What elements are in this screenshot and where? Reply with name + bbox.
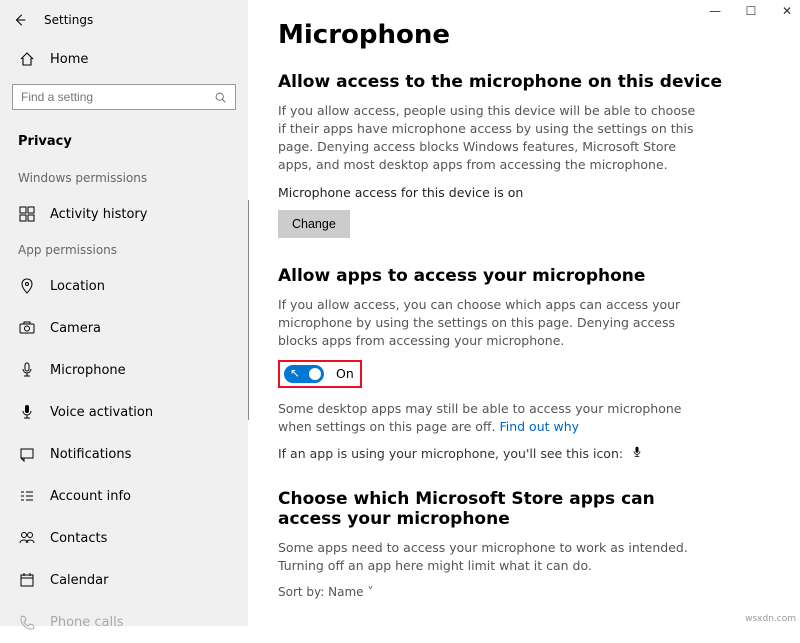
- microphone-icon: [18, 361, 36, 379]
- microphone-indicator-icon: [631, 446, 643, 461]
- sidebar-item-label: Contacts: [50, 531, 107, 546]
- desktop-apps-note: Some desktop apps may still be able to a…: [278, 400, 698, 436]
- watermark: wsxdn.com: [745, 614, 796, 624]
- toggle-state-label: On: [336, 366, 354, 381]
- phone-icon: [18, 613, 36, 631]
- sidebar-item-account-info[interactable]: Account info: [0, 475, 248, 517]
- page-title: Microphone: [278, 20, 770, 50]
- activity-icon: [18, 205, 36, 223]
- sidebar-item-label: Microphone: [50, 363, 126, 378]
- section-app-permissions: App permissions: [0, 235, 248, 265]
- section-heading-apps-access: Allow apps to access your microphone: [278, 266, 770, 286]
- sidebar-item-label: Activity history: [50, 207, 147, 222]
- sidebar-item-voice-activation[interactable]: Voice activation: [0, 391, 248, 433]
- section-body-store-apps: Some apps need to access your microphone…: [278, 539, 698, 575]
- section-body-apps-access: If you allow access, you can choose whic…: [278, 296, 698, 350]
- cursor-icon: ↖: [290, 366, 300, 380]
- sidebar-item-microphone[interactable]: Microphone: [0, 349, 248, 391]
- change-button[interactable]: Change: [278, 210, 350, 238]
- sidebar-item-label: Voice activation: [50, 405, 153, 420]
- calendar-icon: [18, 571, 36, 589]
- notifications-icon: [18, 445, 36, 463]
- content-pane: Microphone Allow access to the microphon…: [248, 0, 800, 626]
- apps-access-toggle-highlight: ↖ On: [278, 360, 362, 388]
- toggle-knob: [309, 368, 321, 380]
- home-icon: [18, 50, 36, 68]
- sidebar-item-notifications[interactable]: Notifications: [0, 433, 248, 475]
- sidebar-item-phone-calls[interactable]: Phone calls: [0, 601, 248, 643]
- sort-row[interactable]: Sort by: Name ˅: [278, 585, 770, 599]
- camera-icon: [18, 319, 36, 337]
- mic-usage-indicator-text: If an app is using your microphone, you'…: [278, 446, 770, 461]
- window-title: Settings: [44, 13, 93, 27]
- find-out-why-link[interactable]: Find out why: [499, 419, 579, 434]
- sidebar-item-camera[interactable]: Camera: [0, 307, 248, 349]
- sidebar-item-label: Camera: [50, 321, 101, 336]
- apps-access-toggle[interactable]: ↖: [284, 365, 324, 383]
- sidebar-item-activity-history[interactable]: Activity history: [0, 193, 248, 235]
- home-label: Home: [50, 52, 88, 67]
- account-icon: [18, 487, 36, 505]
- voice-icon: [18, 403, 36, 421]
- sidebar-item-label: Notifications: [50, 447, 131, 462]
- chevron-down-icon: ˅: [367, 585, 373, 599]
- sidebar-item-contacts[interactable]: Contacts: [0, 517, 248, 559]
- sidebar-item-label: Account info: [50, 489, 131, 504]
- minimize-button[interactable]: —: [708, 4, 722, 18]
- maximize-button[interactable]: ☐: [744, 4, 758, 18]
- sidebar: Settings Home Privacy Windows permission…: [0, 0, 248, 626]
- location-icon: [18, 277, 36, 295]
- sidebar-item-label: Calendar: [50, 573, 108, 588]
- scrollbar[interactable]: [248, 200, 249, 420]
- search-input[interactable]: [12, 84, 236, 110]
- search-icon: [214, 91, 227, 104]
- section-heading-device-access: Allow access to the microphone on this d…: [278, 72, 770, 92]
- section-heading-store-apps: Choose which Microsoft Store apps can ac…: [278, 489, 698, 529]
- device-access-status: Microphone access for this device is on: [278, 185, 770, 200]
- contacts-icon: [18, 529, 36, 547]
- sidebar-item-label: Location: [50, 279, 105, 294]
- section-windows-permissions: Windows permissions: [0, 163, 248, 193]
- close-button[interactable]: ✕: [780, 4, 794, 18]
- search-field[interactable]: [21, 90, 214, 104]
- section-body-device-access: If you allow access, people using this d…: [278, 102, 698, 175]
- sidebar-item-location[interactable]: Location: [0, 265, 248, 307]
- home-nav[interactable]: Home: [0, 38, 248, 80]
- sidebar-item-label: Phone calls: [50, 615, 124, 630]
- back-button[interactable]: [12, 12, 28, 28]
- sidebar-item-calendar[interactable]: Calendar: [0, 559, 248, 601]
- category-label: Privacy: [0, 122, 248, 163]
